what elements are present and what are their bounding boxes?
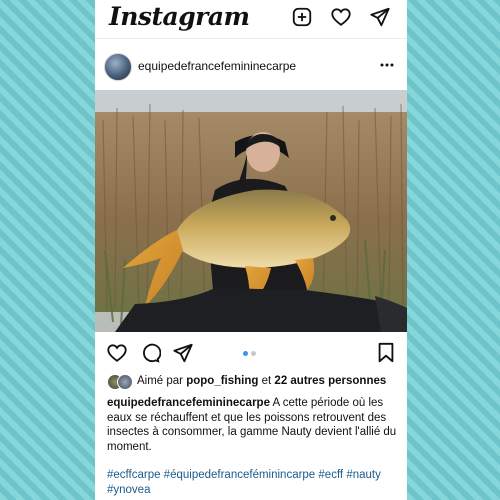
avatar[interactable]	[104, 53, 132, 81]
like-icon[interactable]	[106, 342, 128, 364]
post-actions	[95, 338, 407, 368]
liker-username[interactable]: popo_fishing	[186, 375, 258, 387]
carousel-dot	[251, 351, 256, 356]
likes-prefix: Aimé par	[137, 375, 184, 387]
instagram-logo[interactable]: Instagram	[109, 2, 250, 31]
post-photo[interactable]	[95, 90, 407, 332]
caption-username[interactable]: equipedefrancefemininecarpe	[107, 397, 270, 409]
post-username[interactable]: equipedefrancefemininecarpe	[138, 59, 296, 73]
top-icons	[291, 6, 391, 28]
post-caption: equipedefrancefemininecarpe A cette péri…	[107, 396, 397, 454]
likes-others[interactable]: 22 autres personnes	[274, 375, 386, 387]
add-post-icon[interactable]	[291, 6, 313, 28]
more-options-icon[interactable]	[379, 57, 395, 73]
carousel-dot-active	[243, 351, 248, 356]
post-hashtags[interactable]: #ecffcarpe #équipedefranceféminincarpe #…	[107, 468, 399, 497]
likes-text: Aimé par popo_fishing et 22 autres perso…	[137, 375, 386, 387]
comment-icon[interactable]	[139, 342, 161, 364]
likes-middle: et	[261, 375, 272, 387]
likes-summary: Aimé par popo_fishing et 22 autres perso…	[107, 374, 407, 392]
heart-icon[interactable]	[330, 6, 352, 28]
bookmark-icon[interactable]	[376, 342, 396, 364]
share-icon[interactable]	[172, 342, 194, 364]
carousel-indicator	[243, 351, 256, 356]
post-header: equipedefrancefemininecarpe	[95, 48, 407, 84]
send-icon[interactable]	[369, 6, 391, 28]
liker-avatar[interactable]	[117, 374, 133, 390]
instagram-phone-screen: Instagram equipedefrancefemininecarpe Ai…	[95, 0, 407, 500]
top-bar: Instagram	[95, 0, 407, 39]
